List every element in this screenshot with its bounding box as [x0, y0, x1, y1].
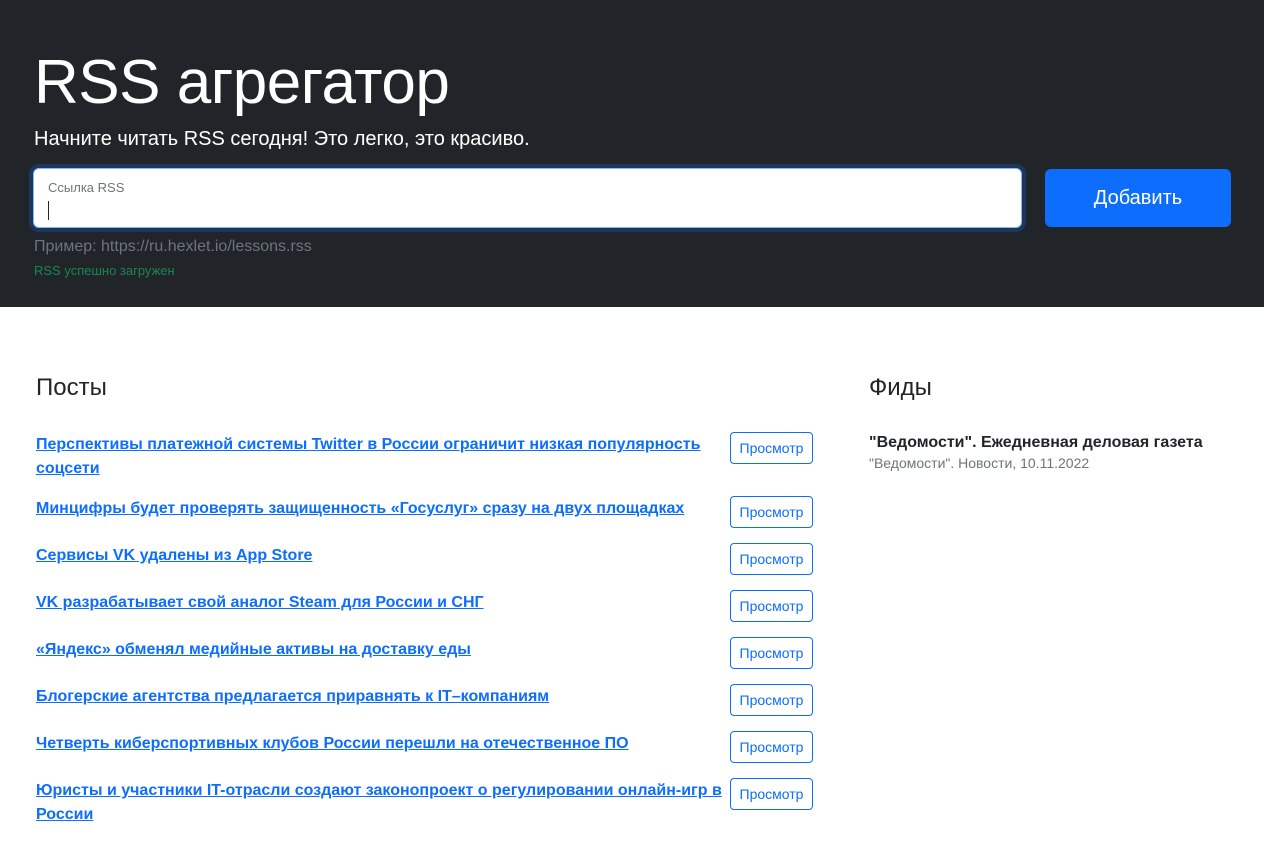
- rss-url-label: Ссылка RSS: [48, 180, 125, 195]
- rss-url-field[interactable]: Ссылка RSS: [33, 168, 1022, 228]
- feedback-message: RSS успешно загружен: [34, 263, 175, 278]
- post-link[interactable]: Минцифры будет проверять защищенность «Г…: [36, 496, 726, 521]
- post-item: Юристы и участники IT-отрасли создают за…: [36, 778, 816, 842]
- post-link[interactable]: «Яндекс» обменял медийные активы на дост…: [36, 637, 726, 662]
- example-hint: Пример: https://ru.hexlet.io/lessons.rss: [34, 238, 312, 255]
- view-button[interactable]: Просмотр: [730, 543, 813, 575]
- feed-description: "Ведомости". Новости, 10.11.2022: [869, 455, 1090, 471]
- post-item: Сервисы VK удалены из App Store Просмотр: [36, 543, 816, 590]
- view-button[interactable]: Просмотр: [730, 496, 813, 528]
- post-link[interactable]: VK разрабатывает свой аналог Steam для Р…: [36, 590, 726, 615]
- post-link[interactable]: Сервисы VK удалены из App Store: [36, 543, 726, 568]
- view-button[interactable]: Просмотр: [730, 432, 813, 464]
- post-item: Перспективы платежной системы Twitter в …: [36, 432, 816, 496]
- rss-url-input[interactable]: [34, 195, 1021, 225]
- text-caret: [48, 201, 49, 220]
- add-button[interactable]: Добавить: [1045, 169, 1231, 227]
- post-item: Четверть киберспортивных клубов России п…: [36, 731, 816, 778]
- view-button[interactable]: Просмотр: [730, 684, 813, 716]
- feed-item: "Ведомости". Ежедневная деловая газета "…: [869, 432, 1249, 473]
- view-button[interactable]: Просмотр: [730, 778, 813, 810]
- feed-name: "Ведомости". Ежедневная деловая газета: [869, 434, 1203, 451]
- post-item: Блогерские агентства предлагается прирав…: [36, 684, 816, 731]
- view-button[interactable]: Просмотр: [730, 590, 813, 622]
- post-item: VK разрабатывает свой аналог Steam для Р…: [36, 590, 816, 637]
- posts-title: Посты: [36, 374, 107, 401]
- page-title: RSS агрегатор: [34, 48, 450, 117]
- page-lead: Начните читать RSS сегодня! Это легко, э…: [34, 128, 530, 150]
- post-link[interactable]: Четверть киберспортивных клубов России п…: [36, 731, 726, 756]
- view-button[interactable]: Просмотр: [730, 637, 813, 669]
- post-item: «Яндекс» обменял медийные активы на дост…: [36, 637, 816, 684]
- post-link[interactable]: Блогерские агентства предлагается прирав…: [36, 684, 726, 709]
- view-button[interactable]: Просмотр: [730, 731, 813, 763]
- feeds-title: Фиды: [869, 374, 932, 401]
- post-link[interactable]: Перспективы платежной системы Twitter в …: [36, 432, 726, 481]
- posts-list: Перспективы платежной системы Twitter в …: [36, 432, 816, 842]
- hero-section: RSS агрегатор Начните читать RSS сегодня…: [0, 0, 1264, 307]
- post-link[interactable]: Юристы и участники IT-отрасли создают за…: [36, 778, 726, 827]
- post-item: Минцифры будет проверять защищенность «Г…: [36, 496, 816, 543]
